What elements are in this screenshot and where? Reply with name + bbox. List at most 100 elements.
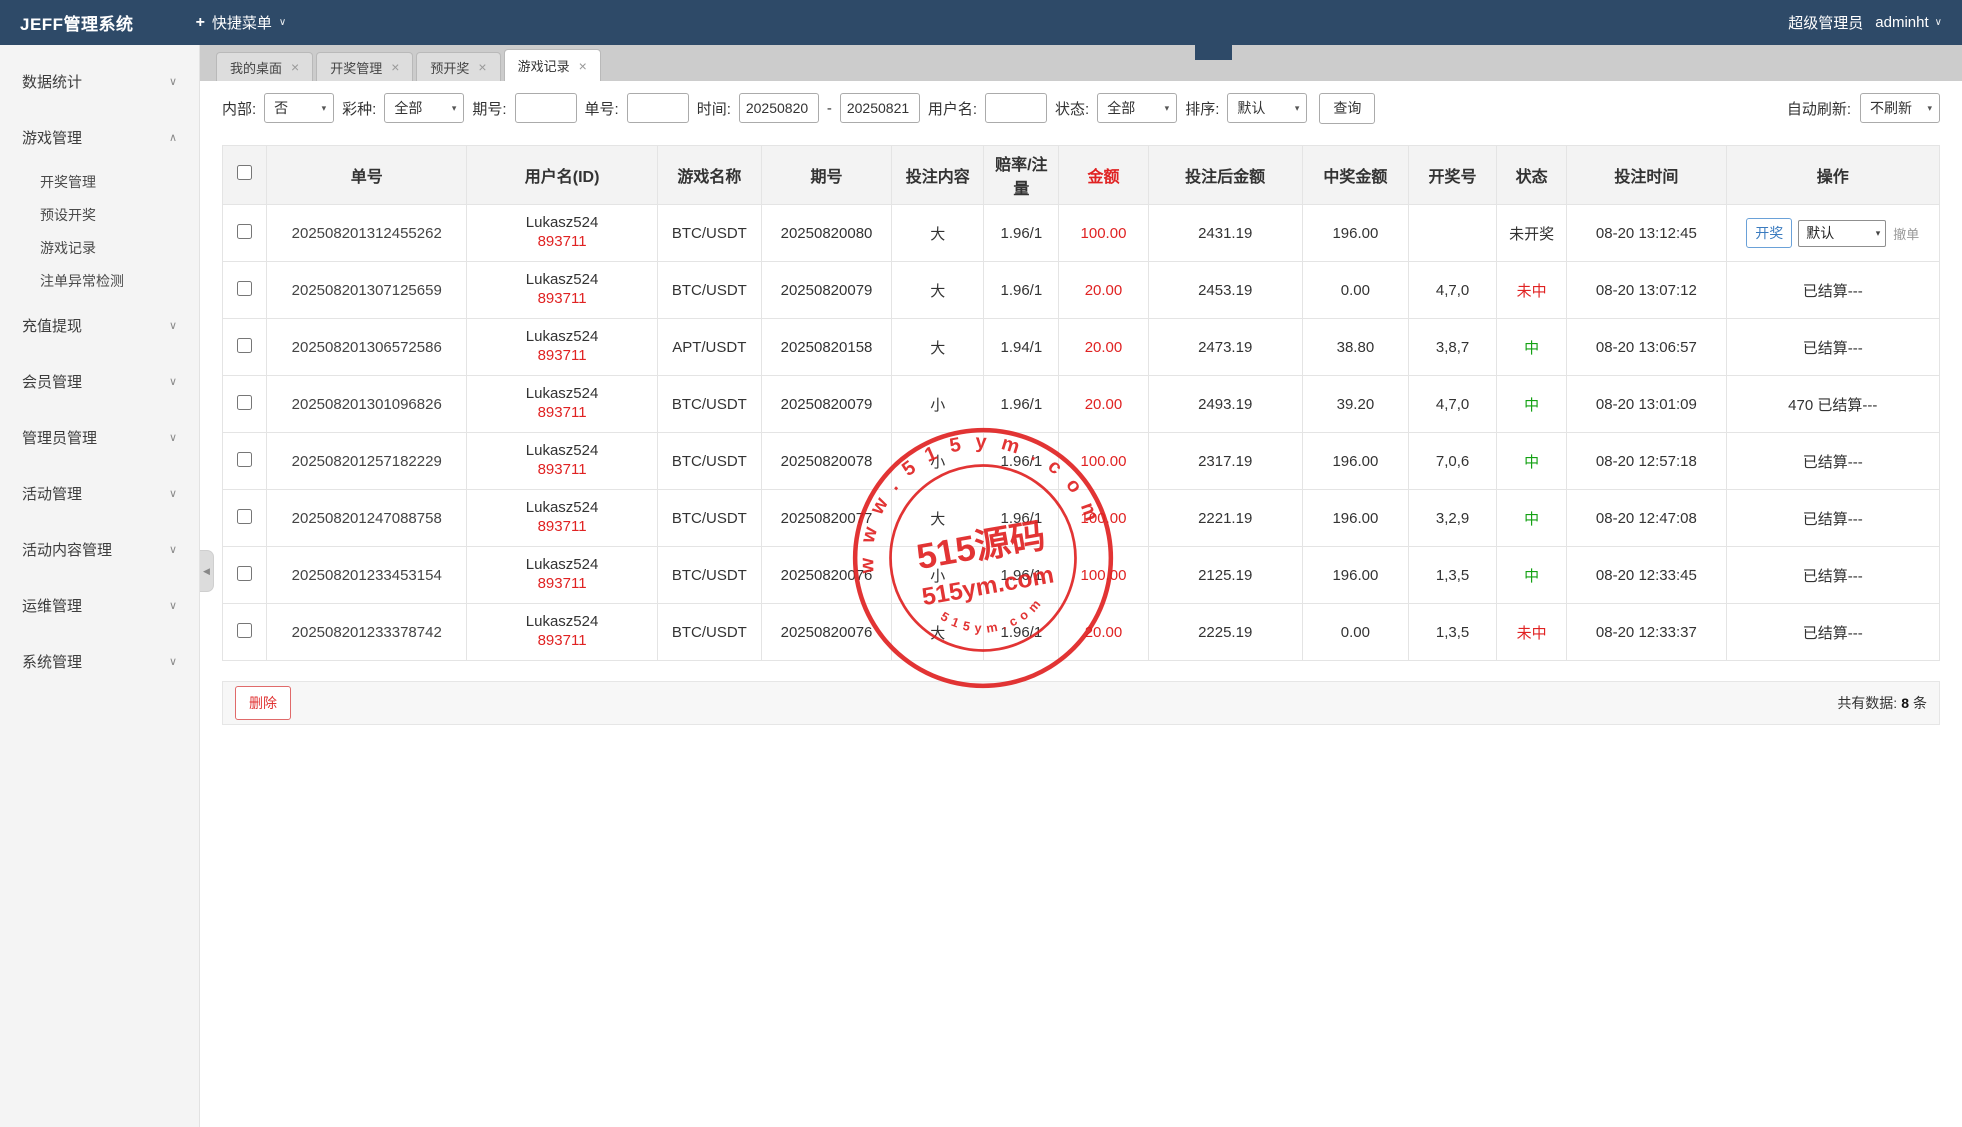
- status-label: 未中: [1497, 262, 1567, 319]
- sidebar-item-admin-management[interactable]: 管理员管理∨: [0, 409, 199, 465]
- order-number: 202508201307125659: [267, 262, 467, 319]
- sidebar-item-system-management[interactable]: 系统管理∨: [0, 633, 199, 689]
- status-select[interactable]: 全部 ▾: [1097, 93, 1177, 123]
- order-input[interactable]: [627, 93, 689, 123]
- draw-button[interactable]: 开奖: [1746, 218, 1792, 248]
- column-header: 状态: [1497, 146, 1567, 205]
- lottery-select[interactable]: 全部 ▾: [384, 93, 464, 123]
- user-id: 893711: [471, 347, 652, 366]
- sort-select[interactable]: 默认 ▾: [1227, 93, 1307, 123]
- issue-number: 20250820076: [761, 547, 891, 604]
- quick-menu-button[interactable]: + 快捷菜单 ∨: [196, 12, 287, 33]
- auto-refresh-select[interactable]: 不刷新 ▾: [1860, 93, 1940, 123]
- sidebar-subitem-preset-draw[interactable]: 预设开奖: [0, 198, 199, 231]
- tab-game-records[interactable]: 游戏记录×: [504, 49, 601, 81]
- chevron-down-icon: ∨: [1935, 17, 1942, 28]
- issue-number: 20250820079: [761, 376, 891, 433]
- action-cell: 已结算---: [1726, 604, 1940, 661]
- sidebar-item-recharge-withdraw[interactable]: 充值提现∨: [0, 297, 199, 353]
- close-icon[interactable]: ×: [478, 60, 486, 74]
- bet-content: 大: [892, 262, 984, 319]
- row-checkbox[interactable]: [237, 338, 252, 353]
- row-checkbox[interactable]: [237, 395, 252, 410]
- issue-number: 20250820080: [761, 205, 891, 262]
- filter-sort-label: 排序:: [1185, 98, 1219, 119]
- user-cell: Lukasz524893711: [467, 319, 657, 376]
- column-header: 开奖号: [1408, 146, 1496, 205]
- sidebar-item-label: 游戏管理: [22, 127, 82, 148]
- bet-amount: 100.00: [1059, 205, 1148, 262]
- user-cell: Lukasz524893711: [467, 433, 657, 490]
- select-all-checkbox[interactable]: [237, 165, 252, 180]
- balance-after: 2221.19: [1148, 490, 1302, 547]
- username: Lukasz524: [471, 556, 652, 575]
- layout: 数据统计∨游戏管理∧开奖管理预设开奖游戏记录注单异常检测充值提现∨会员管理∨管理…: [0, 45, 1962, 1127]
- sidebar-item-label: 充值提现: [22, 315, 82, 336]
- table-row: 202508201312455262Lukasz524893711BTC/USD…: [223, 205, 1940, 262]
- user-id: 893711: [471, 404, 652, 423]
- action-select[interactable]: 默认▾: [1798, 220, 1886, 247]
- status-select-value: 全部: [1107, 98, 1135, 118]
- chevron-down-icon: ∨: [169, 543, 177, 556]
- user-menu-button[interactable]: adminht ∨: [1875, 14, 1942, 31]
- row-select-cell: [223, 547, 267, 604]
- sidebar-subitem-game-records[interactable]: 游戏记录: [0, 231, 199, 264]
- status-label: 中: [1497, 319, 1567, 376]
- total-label: 共有数据:: [1837, 693, 1897, 713]
- time-from-input[interactable]: [739, 93, 819, 123]
- tab-pre-draw[interactable]: 预开奖×: [416, 52, 500, 81]
- close-icon[interactable]: ×: [391, 60, 399, 74]
- chevron-down-icon: ▾: [452, 103, 457, 114]
- tab-my-desktop[interactable]: 我的桌面×: [216, 52, 313, 81]
- status-label: 未中: [1497, 604, 1567, 661]
- username-input[interactable]: [985, 93, 1047, 123]
- column-header: 投注时间: [1567, 146, 1726, 205]
- close-icon[interactable]: ×: [291, 60, 299, 74]
- user-cell: Lukasz524893711: [467, 205, 657, 262]
- status-label: 中: [1497, 490, 1567, 547]
- row-select-cell: [223, 604, 267, 661]
- cancel-order-link[interactable]: 撤单: [1893, 227, 1919, 242]
- delete-button[interactable]: 删除: [235, 686, 291, 720]
- bet-time: 08-20 12:33:45: [1567, 547, 1726, 604]
- sidebar-item-activity-content-management[interactable]: 活动内容管理∨: [0, 521, 199, 577]
- filter-time-label: 时间:: [697, 98, 731, 119]
- row-checkbox[interactable]: [237, 623, 252, 638]
- odds-stake: 1.96/1: [984, 433, 1059, 490]
- sidebar-subitem-draw-management[interactable]: 开奖管理: [0, 165, 199, 198]
- user-cell: Lukasz524893711: [467, 262, 657, 319]
- username: Lukasz524: [471, 442, 652, 461]
- time-to-input[interactable]: [840, 93, 920, 123]
- issue-input[interactable]: [515, 93, 577, 123]
- action-cell: 已结算---: [1726, 262, 1940, 319]
- sidebar-subitem-abnormal-bet-detection[interactable]: 注单异常检测: [0, 264, 199, 297]
- total-unit: 条: [1913, 693, 1927, 713]
- sidebar-item-activity-management[interactable]: 活动管理∨: [0, 465, 199, 521]
- row-checkbox[interactable]: [237, 509, 252, 524]
- tab-draw-management[interactable]: 开奖管理×: [316, 52, 413, 81]
- sidebar-item-ops-management[interactable]: 运维管理∨: [0, 577, 199, 633]
- row-select-cell: [223, 490, 267, 547]
- search-button[interactable]: 查询: [1319, 93, 1375, 124]
- close-icon[interactable]: ×: [579, 59, 587, 73]
- sidebar-item-label: 活动管理: [22, 483, 82, 504]
- internal-select[interactable]: 否 ▾: [264, 93, 334, 123]
- username: Lukasz524: [471, 328, 652, 347]
- sidebar-item-member-management[interactable]: 会员管理∨: [0, 353, 199, 409]
- sidebar-item-data-statistics[interactable]: 数据统计∨: [0, 53, 199, 109]
- sidebar-item-game-management[interactable]: 游戏管理∧: [0, 109, 199, 165]
- row-checkbox[interactable]: [237, 452, 252, 467]
- records-table: 单号用户名(ID)游戏名称期号投注内容赔率/注量金额投注后金额中奖金额开奖号状态…: [222, 145, 1940, 661]
- column-header: 单号: [267, 146, 467, 205]
- username: Lukasz524: [471, 499, 652, 518]
- column-header: 期号: [761, 146, 891, 205]
- sidebar-collapse-handle[interactable]: ◀: [200, 550, 214, 592]
- row-checkbox[interactable]: [237, 224, 252, 239]
- column-header: 金额: [1059, 146, 1148, 205]
- row-checkbox[interactable]: [237, 281, 252, 296]
- status-label: 中: [1497, 547, 1567, 604]
- sidebar-item-label: 管理员管理: [22, 427, 97, 448]
- column-header: 操作: [1726, 146, 1940, 205]
- action-cell: 已结算---: [1726, 490, 1940, 547]
- row-checkbox[interactable]: [237, 566, 252, 581]
